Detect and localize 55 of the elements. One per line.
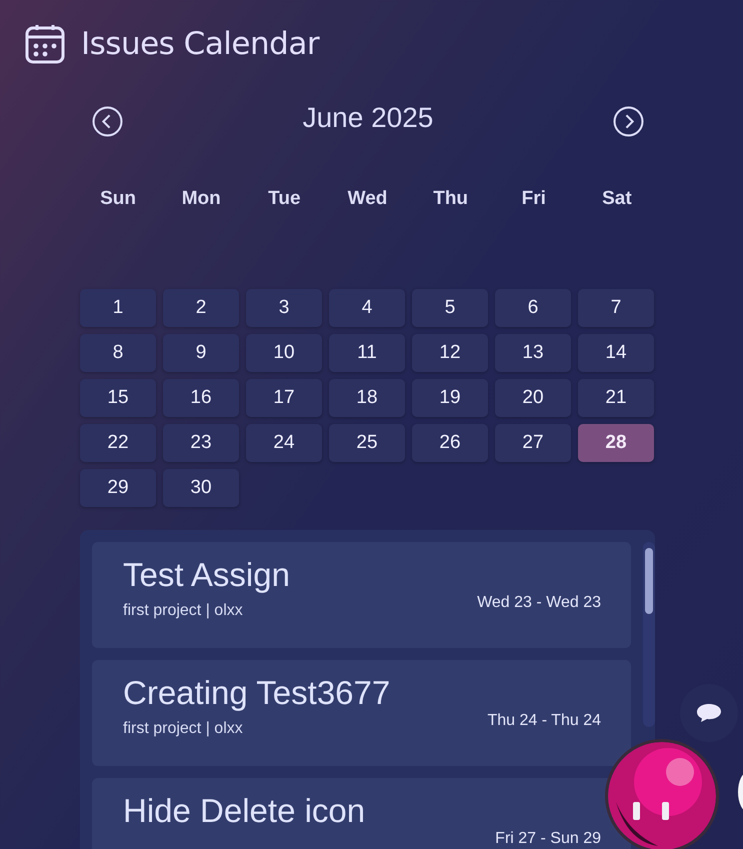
day-cell[interactable]: 21 bbox=[578, 379, 654, 417]
day-cell[interactable]: 5 bbox=[412, 289, 488, 327]
previous-month-button[interactable] bbox=[92, 106, 123, 137]
issue-card[interactable]: Test Assign first project | olxx Wed 23 - Wed 23 bbox=[92, 542, 631, 648]
weekday-label: Sun bbox=[99, 188, 138, 210]
issue-card[interactable]: Creating Test3677 first project | olxx Thu 24 - Thu 24 bbox=[92, 660, 631, 766]
day-cell[interactable]: 7 bbox=[578, 289, 654, 327]
issue-title: Test Assign bbox=[123, 556, 290, 594]
next-month-button[interactable] bbox=[612, 106, 644, 137]
day-cell[interactable]: 29 bbox=[80, 469, 156, 507]
day-cell[interactable]: 12 bbox=[412, 334, 488, 372]
month-title: June 2025 bbox=[302, 102, 434, 134]
day-cell[interactable]: 13 bbox=[495, 334, 571, 372]
day-cell[interactable]: 16 bbox=[163, 379, 239, 417]
issue-card[interactable]: Hide Delete icon Fri 27 - Sun 29 bbox=[92, 778, 631, 849]
day-cell[interactable]: 9 bbox=[163, 334, 239, 372]
day-cell[interactable]: 23 bbox=[163, 424, 239, 462]
issue-meta: first project | olxx bbox=[123, 602, 244, 620]
day-cell[interactable]: 27 bbox=[495, 424, 571, 462]
day-cell[interactable]: 28 bbox=[578, 424, 654, 462]
day-cell[interactable]: 25 bbox=[329, 424, 405, 462]
day-cell[interactable]: 1 bbox=[80, 289, 156, 327]
issue-title: Hide Delete icon bbox=[123, 792, 366, 830]
weekday-label: Mon bbox=[180, 188, 222, 210]
issue-title: Creating Test3677 bbox=[123, 674, 390, 712]
weekday-label: Wed bbox=[346, 188, 388, 210]
day-cell[interactable]: 14 bbox=[578, 334, 654, 372]
scrollbar-thumb[interactable] bbox=[645, 548, 653, 614]
page-title: Issues Calendar bbox=[81, 26, 320, 62]
day-cell[interactable]: 2 bbox=[163, 289, 239, 327]
calendar-icon bbox=[25, 24, 65, 64]
day-cell[interactable]: 24 bbox=[246, 424, 322, 462]
day-cell[interactable]: 20 bbox=[495, 379, 571, 417]
day-cell[interactable]: 15 bbox=[80, 379, 156, 417]
issue-date-range: Wed 23 - Wed 23 bbox=[477, 594, 601, 613]
day-cell[interactable]: 22 bbox=[80, 424, 156, 462]
day-cell[interactable]: 8 bbox=[80, 334, 156, 372]
day-cell[interactable]: 26 bbox=[412, 424, 488, 462]
day-cell[interactable]: 30 bbox=[163, 469, 239, 507]
weekday-label: Fri bbox=[520, 188, 547, 210]
day-cell[interactable]: 3 bbox=[246, 289, 322, 327]
day-cell[interactable]: 18 bbox=[329, 379, 405, 417]
issue-meta: first project | olxx bbox=[123, 720, 244, 738]
day-cell[interactable]: 17 bbox=[246, 379, 322, 417]
day-cell[interactable]: 6 bbox=[495, 289, 571, 327]
issue-date-range: Thu 24 - Thu 24 bbox=[487, 712, 601, 731]
day-cell[interactable]: 4 bbox=[329, 289, 405, 327]
weekday-label: Tue bbox=[267, 188, 302, 210]
chat-bubble-icon bbox=[696, 703, 722, 723]
issue-date-range: Fri 27 - Sun 29 bbox=[495, 830, 601, 849]
day-cell[interactable]: 10 bbox=[246, 334, 322, 372]
weekday-label: Sat bbox=[601, 188, 633, 210]
day-cell[interactable]: 19 bbox=[412, 379, 488, 417]
weekday-label: Thu bbox=[432, 188, 470, 210]
day-cell[interactable]: 11 bbox=[329, 334, 405, 372]
